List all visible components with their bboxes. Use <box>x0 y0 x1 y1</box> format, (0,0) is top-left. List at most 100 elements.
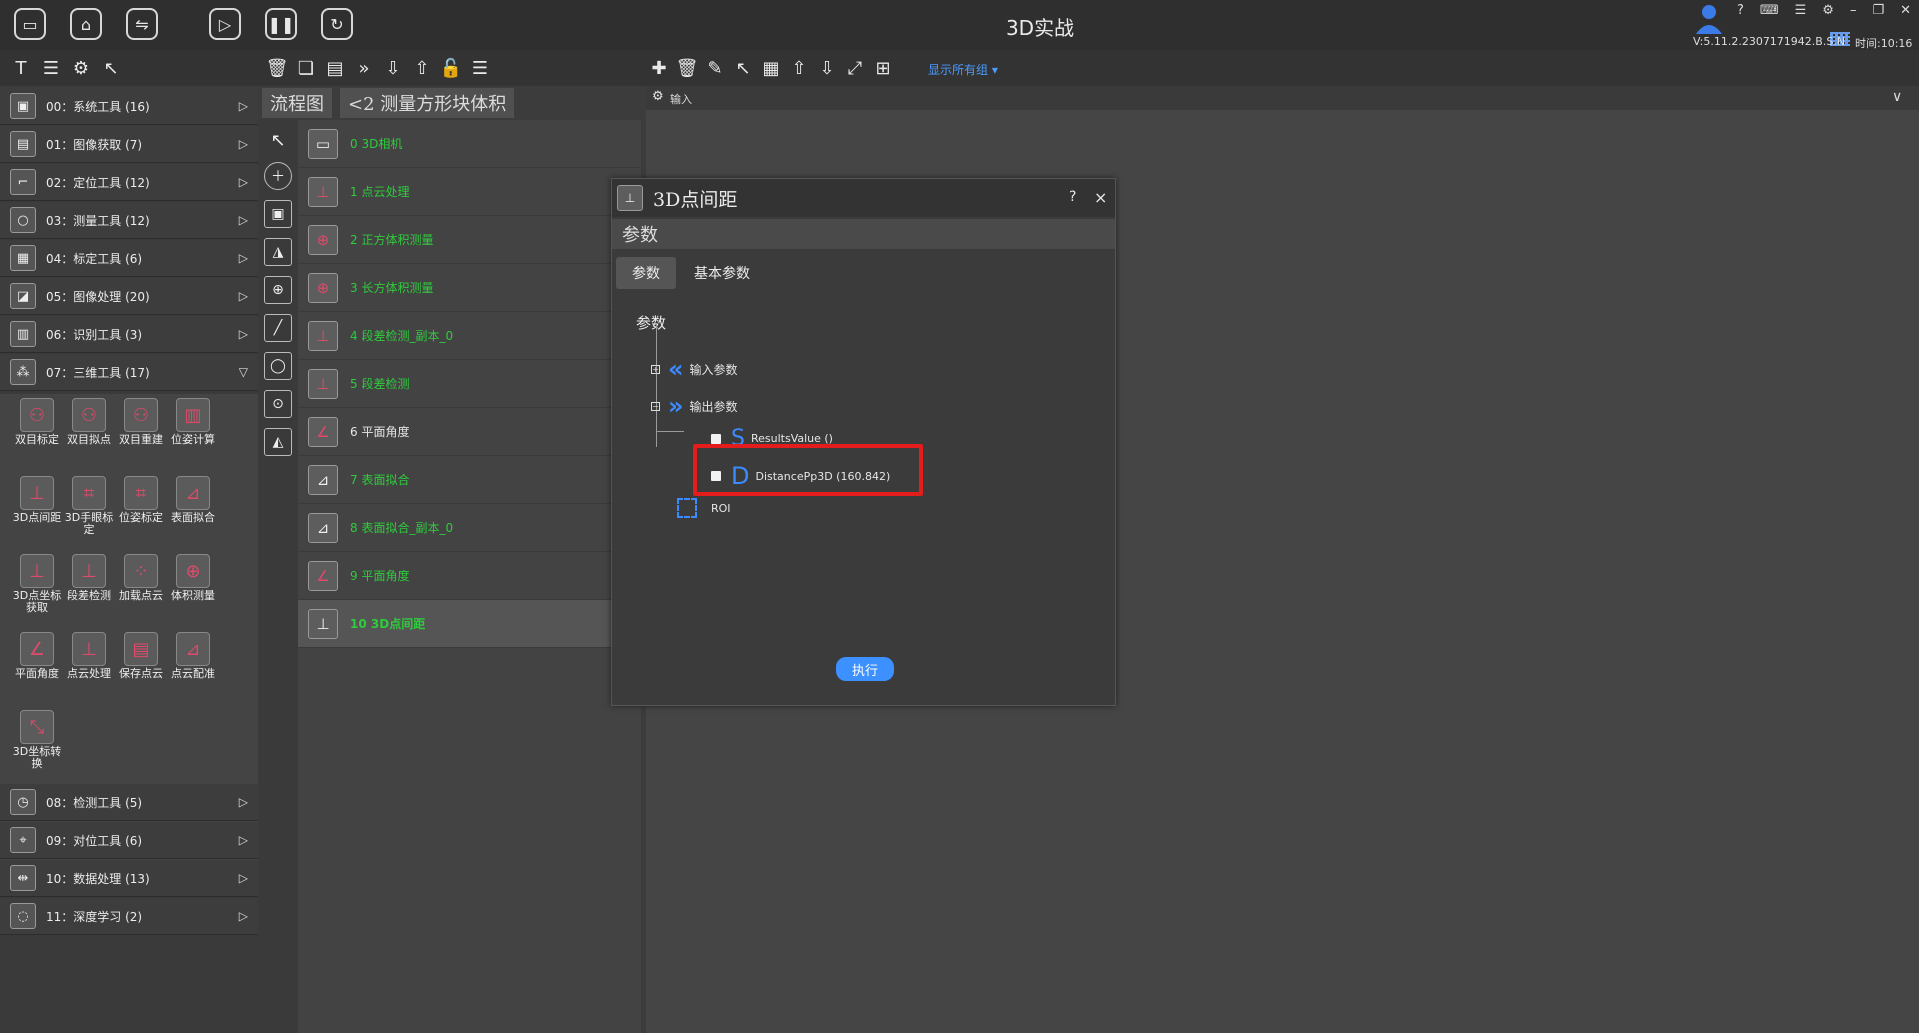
tool-3d-hand-eye-calibration[interactable]: ⌗ 3D手眼标定 <box>64 476 114 536</box>
help-icon[interactable]: ? <box>1737 3 1744 18</box>
tool-save-point-cloud[interactable]: ▤ 保存点云 <box>116 632 166 680</box>
restore-icon[interactable]: ❐ <box>1872 3 1884 18</box>
tab-params[interactable]: 参数 <box>616 257 676 289</box>
tool-3d-coordinate-transform[interactable]: ⤡ 3D坐标转换 <box>12 710 62 770</box>
image-frame-icon[interactable]: ▣ <box>264 200 292 228</box>
expand-toggle[interactable]: + <box>651 364 660 374</box>
category-deep-learning[interactable]: ◌ 11：深度学习 (2) ▷ <box>0 898 258 935</box>
tool-point-cloud-registration[interactable]: ⊿ 点云配准 <box>168 632 218 680</box>
crosshair-icon[interactable]: ⊕ <box>264 276 292 304</box>
home-icon[interactable]: ⌂ <box>70 8 102 40</box>
run-button[interactable]: 执行 <box>836 657 894 681</box>
run-icon[interactable]: ▷ <box>209 8 241 40</box>
list-icon[interactable]: ☰ <box>40 57 62 79</box>
line-tool-icon[interactable]: ╱ <box>264 314 292 342</box>
flow-item[interactable]: ⊕ 3 长方体积测量 <box>298 264 641 312</box>
move-up-icon[interactable]: ⇧ <box>788 57 810 79</box>
flow-item[interactable]: ⊥ 1 点云处理 <box>298 168 641 216</box>
keyboard-icon[interactable]: ⌨ <box>1760 3 1779 18</box>
delete-icon[interactable]: 🗑 <box>676 57 699 79</box>
circle-tool-icon[interactable]: ◯ <box>264 352 292 380</box>
tool-surface-fitting[interactable]: ⊿ 表面拟合 <box>168 476 218 524</box>
settings-icon[interactable]: ⚙ <box>1822 3 1834 18</box>
tool-pose-calculation[interactable]: ▥ 位姿计算 <box>168 398 218 446</box>
tool-plane-angle[interactable]: ∠ 平面角度 <box>12 632 62 680</box>
tool-load-point-cloud[interactable]: ⁘ 加载点云 <box>116 554 166 602</box>
forward-icon[interactable]: » <box>353 57 375 79</box>
calculator-icon[interactable]: ▦ <box>760 57 782 79</box>
tool-pose-calibration[interactable]: ⌗ 位姿标定 <box>116 476 166 524</box>
flow-item[interactable]: ∠ 9 平面角度 <box>298 552 641 600</box>
copy-icon[interactable]: ❏ <box>295 57 317 79</box>
flow-item[interactable]: ⊕ 2 正方体积测量 <box>298 216 641 264</box>
unlock-icon[interactable]: 🔓 <box>440 57 462 79</box>
category-alignment-tools[interactable]: ⌖ 09：对位工具 (6) ▷ <box>0 822 258 859</box>
pause-icon[interactable]: ❚❚ <box>265 8 297 40</box>
flow-item[interactable]: ▭ 0 3D相机 <box>298 120 641 168</box>
flow-item[interactable]: ⊥ 5 段差检测 <box>298 360 641 408</box>
close-icon[interactable]: × <box>1094 188 1107 207</box>
flow-item-selected[interactable]: ⊥ 10 3D点间距 <box>298 600 641 648</box>
menu-icon[interactable]: ☰ <box>1795 3 1807 18</box>
category-system-tools[interactable]: ▣ 00：系统工具 (16) ▷ <box>0 88 258 125</box>
category-image-processing[interactable]: ◪ 05：图像处理 (20) ▷ <box>0 278 258 315</box>
tab-basic-params[interactable]: 基本参数 <box>682 257 762 289</box>
pointer-icon[interactable]: ↖ <box>732 57 754 79</box>
tool-step-detection[interactable]: ⊥ 段差检测 <box>64 554 114 602</box>
move-up-icon[interactable]: ⇧ <box>411 57 433 79</box>
grid-icon[interactable]: ⊞ <box>872 57 894 79</box>
flow-item[interactable]: ⊿ 8 表面拟合_副本_0 <box>298 504 641 552</box>
brush-icon[interactable]: ✎ <box>704 57 726 79</box>
category-recognition-tools[interactable]: ▥ 06：识别工具 (3) ▷ <box>0 316 258 353</box>
category-image-acquisition[interactable]: ▤ 01：图像获取 (7) ▷ <box>0 126 258 163</box>
open-folder-icon[interactable]: ▭ <box>14 8 46 40</box>
add-circle-icon[interactable]: ＋ <box>264 162 292 190</box>
flow-item[interactable]: ⊿ 7 表面拟合 <box>298 456 641 504</box>
user-avatar-icon[interactable] <box>1693 2 1725 34</box>
select-pointer-icon[interactable]: ↖ <box>264 126 292 154</box>
tree-roi[interactable]: ROI <box>677 498 731 518</box>
usb-icon[interactable]: ⇋ <box>126 8 158 40</box>
results-value-checkbox[interactable] <box>711 433 721 444</box>
target-tool-icon[interactable]: ⊙ <box>264 390 292 418</box>
delete-icon[interactable]: 🗑 <box>266 57 289 79</box>
flow-item[interactable]: ∠ 6 平面角度 <box>298 408 641 456</box>
loop-icon[interactable]: ↻ <box>321 8 353 40</box>
tool-3d-point-distance[interactable]: ⊥ 3D点间距 <box>12 476 62 524</box>
landscape-image-icon[interactable]: ◮ <box>264 238 292 266</box>
category-locating-tools[interactable]: ⌐ 02：定位工具 (12) ▷ <box>0 164 258 201</box>
gear-icon[interactable]: ⚙ <box>70 57 92 79</box>
tool-point-cloud-processing[interactable]: ⊥ 点云处理 <box>64 632 114 680</box>
breadcrumb-back[interactable]: <2 测量方形块体积 <box>340 88 515 118</box>
tool-binocular-reconstruction[interactable]: ⚇ 双目重建 <box>116 398 166 446</box>
save-icon[interactable]: ▤ <box>324 57 346 79</box>
tool-3d-point-coordinates[interactable]: ⊥ 3D点坐标获取 <box>12 554 62 614</box>
shapes-tool-icon[interactable]: ◭ <box>264 428 292 456</box>
add-icon[interactable]: ✚ <box>648 57 670 79</box>
menu-icon[interactable]: ☰ <box>469 57 491 79</box>
category-calibration-tools[interactable]: ▦ 04：标定工具 (6) ▷ <box>0 240 258 277</box>
category-measuring-tools[interactable]: ○ 03：测量工具 (12) ▷ <box>0 202 258 239</box>
tree-output-params[interactable]: − » 输出参数 <box>651 392 738 420</box>
close-icon[interactable]: ✕ <box>1900 3 1911 18</box>
category-3d-tools[interactable]: ⁂ 07：三维工具 (17) ▽ <box>0 354 258 391</box>
tool-icon[interactable]: T <box>10 57 32 79</box>
expand-icon[interactable]: ⤢ <box>844 57 866 79</box>
category-inspection-tools[interactable]: ◷ 08：检测工具 (5) ▷ <box>0 784 258 821</box>
move-down-icon[interactable]: ⇩ <box>382 57 404 79</box>
collapse-chevron-icon[interactable]: ∨ <box>1892 89 1902 105</box>
tool-binocular-fit-point[interactable]: ⚇ 双目拟点 <box>64 398 114 446</box>
minimize-icon[interactable]: – <box>1850 3 1857 18</box>
tool-volume-measurement[interactable]: ⊕ 体积测量 <box>168 554 218 602</box>
help-icon[interactable]: ? <box>1069 189 1076 205</box>
dialog-header[interactable]: ⊥ 3D点间距 ? × <box>612 179 1115 217</box>
tool-binocular-calibration[interactable]: ⚇ 双目标定 <box>12 398 62 446</box>
pointer-icon[interactable]: ↖ <box>100 57 122 79</box>
tree-input-params[interactable]: + « 输入参数 <box>651 355 738 383</box>
tab-flowchart[interactable]: 流程图 <box>262 88 332 118</box>
flow-item[interactable]: ⊥ 4 段差检测_副本_0 <box>298 312 641 360</box>
category-data-processing[interactable]: ⇹ 10：数据处理 (13) ▷ <box>0 860 258 897</box>
collapse-toggle[interactable]: − <box>651 401 660 411</box>
move-down-icon[interactable]: ⇩ <box>816 57 838 79</box>
show-groups-dropdown[interactable]: 显示所有组 ▾ <box>928 61 998 78</box>
